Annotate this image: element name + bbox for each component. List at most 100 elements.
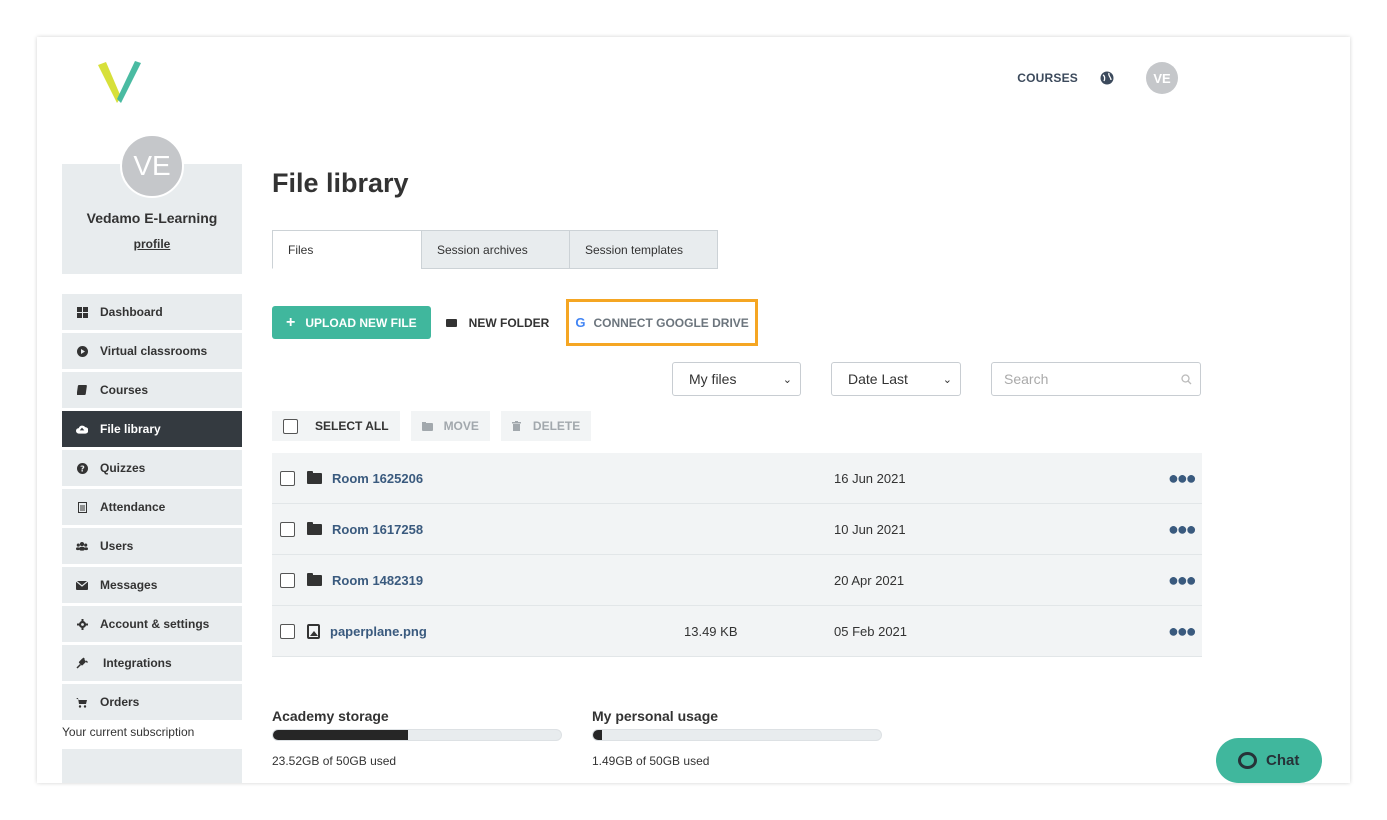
folder-icon (445, 318, 457, 327)
document-icon (76, 501, 88, 513)
sidebar-menu: Dashboard Virtual classrooms Courses Fil… (62, 294, 242, 720)
row-checkbox[interactable] (280, 572, 295, 588)
search-icon (1181, 373, 1192, 384)
cart-icon (76, 696, 88, 708)
sidebar-item-dashboard[interactable]: Dashboard (62, 294, 242, 330)
select-all-checkbox[interactable] (283, 418, 298, 434)
tab-bar: Files Session archives Session templates (272, 230, 718, 269)
move-button[interactable]: MOVE (410, 411, 490, 441)
row-checkbox[interactable] (280, 470, 295, 486)
new-folder-button[interactable]: NEW FOLDER (445, 315, 550, 330)
new-folder-label: NEW FOLDER (468, 315, 550, 330)
more-options-icon[interactable]: ●●● (1168, 622, 1197, 640)
file-row[interactable]: Room 1625206 16 Jun 2021 ●●● (272, 453, 1202, 504)
sidebar-item-label: Account & settings (100, 617, 210, 631)
profile-link[interactable]: profile (62, 237, 242, 251)
book-icon (76, 384, 88, 396)
profile-name: Vedamo E-Learning (86, 210, 218, 226)
file-date: 20 Apr 2021 (834, 572, 905, 588)
tab-session-archives[interactable]: Session archives (421, 230, 570, 269)
sidebar-item-orders[interactable]: Orders (62, 684, 242, 720)
sidebar-item-quizzes[interactable]: ? Quizzes (62, 450, 242, 486)
personal-usage-fill (593, 730, 602, 740)
svg-text:?: ? (80, 464, 85, 473)
cloud-upload-icon (76, 423, 88, 435)
sidebar-item-label: Courses (100, 383, 149, 397)
app-frame: COURSES VE VE Vedamo E-Learning profile … (37, 37, 1350, 783)
upload-label: UPLOAD NEW FILE (305, 315, 417, 330)
question-circle-icon: ? (76, 462, 88, 474)
select-all-button[interactable]: SELECT ALL (272, 411, 400, 441)
connect-google-drive-button[interactable]: G CONNECT GOOGLE DRIVE (566, 299, 758, 346)
delete-button[interactable]: DELETE (500, 411, 592, 441)
tab-files[interactable]: Files (272, 230, 422, 269)
tab-session-templates[interactable]: Session templates (569, 230, 718, 269)
sidebar-item-file-library[interactable]: File library (62, 411, 242, 447)
plug-icon (76, 657, 88, 669)
subscription-label: Your current subscription (62, 725, 195, 739)
sidebar-item-account-settings[interactable]: Account & settings (62, 606, 242, 642)
folder-icon (421, 421, 433, 431)
sidebar-item-label: Users (100, 539, 134, 553)
file-row[interactable]: Room 1617258 10 Jun 2021 ●●● (272, 504, 1202, 555)
file-name[interactable]: paperplane.png (330, 624, 427, 639)
personal-usage-text: 1.49GB of 50GB used (592, 754, 710, 768)
academy-storage-title: Academy storage (272, 708, 389, 724)
file-name[interactable]: Room 1625206 (332, 471, 423, 486)
sidebar-item-label: Orders (100, 695, 140, 709)
chat-label: Chat (1266, 752, 1300, 769)
sidebar-item-integrations[interactable]: Integrations (62, 645, 242, 681)
owner-filter-select[interactable]: My files ⌄ (672, 362, 801, 396)
move-label: MOVE (443, 419, 479, 433)
sidebar-item-virtual-classrooms[interactable]: Virtual classrooms (62, 333, 242, 369)
bulk-actions: SELECT ALL MOVE DELETE (272, 411, 602, 441)
sidebar-item-messages[interactable]: Messages (62, 567, 242, 603)
file-list: Room 1625206 16 Jun 2021 ●●● Room 161725… (272, 453, 1202, 657)
sidebar-item-users[interactable]: Users (62, 528, 242, 564)
file-date: 10 Jun 2021 (834, 521, 906, 537)
folder-icon (307, 470, 322, 484)
academy-storage-fill (273, 730, 409, 740)
sidebar-item-label: Quizzes (100, 461, 146, 475)
more-options-icon[interactable]: ●●● (1168, 469, 1197, 487)
more-options-icon[interactable]: ●●● (1168, 571, 1197, 589)
sidebar-item-label: Virtual classrooms (100, 344, 208, 358)
folder-icon (307, 521, 322, 535)
search-input[interactable]: Search (991, 362, 1201, 396)
sidebar-item-courses[interactable]: Courses (62, 372, 242, 408)
google-icon: G (575, 315, 586, 330)
subscription-box (62, 749, 242, 783)
owner-filter-value: My files (689, 371, 737, 387)
file-date: 16 Jun 2021 (834, 470, 906, 486)
personal-usage-bar (592, 729, 882, 741)
file-name[interactable]: Room 1482319 (332, 573, 423, 588)
search-placeholder: Search (1004, 371, 1049, 387)
sidebar-item-attendance[interactable]: Attendance (62, 489, 242, 525)
personal-usage-title: My personal usage (592, 708, 719, 724)
play-circle-icon (76, 345, 88, 357)
users-icon (76, 540, 88, 552)
chat-button[interactable]: Chat (1216, 738, 1322, 783)
file-toolbar: + UPLOAD NEW FILE NEW FOLDER G CONNECT G… (272, 299, 758, 346)
academy-storage-text: 23.52GB of 50GB used (272, 754, 397, 768)
sidebar-item-label: Attendance (100, 500, 166, 514)
file-name[interactable]: Room 1617258 (332, 522, 423, 537)
row-checkbox[interactable] (280, 521, 295, 537)
gear-icon (76, 618, 88, 630)
sort-select[interactable]: Date Last ⌄ (831, 362, 961, 396)
more-options-icon[interactable]: ●●● (1168, 520, 1197, 538)
google-drive-label: CONNECT GOOGLE DRIVE (593, 315, 749, 330)
plus-icon: + (286, 313, 296, 331)
upload-new-file-button[interactable]: + UPLOAD NEW FILE (272, 306, 431, 339)
delete-label: DELETE (532, 419, 581, 433)
file-row[interactable]: Room 1482319 20 Apr 2021 ●●● (272, 555, 1202, 606)
personal-usage: My personal usage 1.49GB of 50GB used (592, 708, 882, 768)
filter-bar: My files ⌄ Date Last ⌄ Search (672, 362, 1201, 396)
sidebar-item-label: Messages (100, 578, 158, 592)
file-row[interactable]: paperplane.png 13.49 KB 05 Feb 2021 ●●● (272, 606, 1202, 657)
row-checkbox[interactable] (280, 623, 295, 639)
academy-storage: Academy storage 23.52GB of 50GB used (272, 708, 562, 768)
vedamo-logo[interactable] (97, 59, 143, 103)
select-all-label: SELECT ALL (315, 419, 389, 433)
chat-bubble-icon (1238, 752, 1257, 769)
